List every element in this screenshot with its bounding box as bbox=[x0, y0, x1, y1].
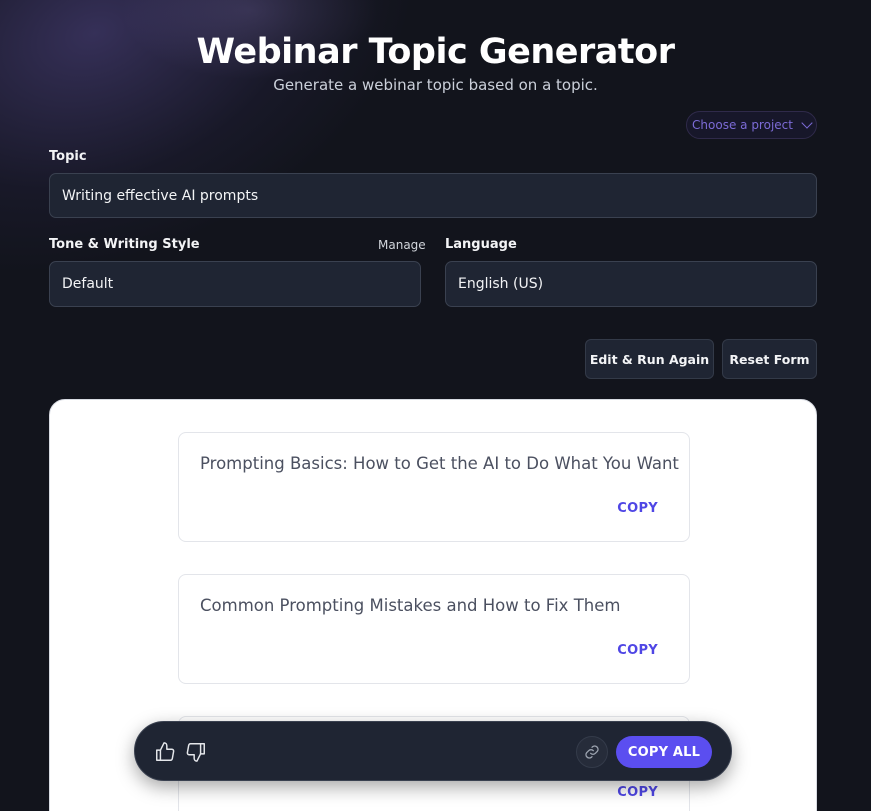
share-link-button[interactable] bbox=[576, 736, 608, 768]
copy-button[interactable]: COPY bbox=[617, 785, 658, 800]
result-text: Prompting Basics: How to Get the AI to D… bbox=[200, 454, 679, 473]
project-select-label: Choose a project bbox=[692, 118, 793, 132]
topic-input-value: Writing effective AI prompts bbox=[62, 187, 259, 204]
page-title: Webinar Topic Generator bbox=[196, 32, 675, 72]
edit-run-again-button[interactable]: Edit & Run Again bbox=[585, 339, 714, 379]
page-subtitle: Generate a webinar topic based on a topi… bbox=[273, 76, 598, 94]
manage-tones-link[interactable]: Manage bbox=[378, 238, 426, 252]
thumbs-up-icon[interactable] bbox=[154, 741, 176, 763]
tone-select[interactable]: Default bbox=[49, 261, 421, 307]
page-header: Webinar Topic Generator Generate a webin… bbox=[0, 32, 871, 94]
result-card: Prompting Basics: How to Get the AI to D… bbox=[178, 432, 690, 542]
tone-select-value: Default bbox=[62, 276, 114, 292]
thumbs-down-icon[interactable] bbox=[185, 741, 207, 763]
link-icon bbox=[585, 745, 599, 759]
topic-input[interactable]: Writing effective AI prompts bbox=[49, 173, 817, 218]
chevron-down-icon bbox=[801, 117, 813, 129]
bottom-toolbar: COPY ALL bbox=[134, 721, 732, 781]
topic-label: Topic bbox=[49, 149, 87, 164]
copy-button[interactable]: COPY bbox=[617, 501, 658, 516]
tone-label: Tone & Writing Style bbox=[49, 237, 200, 252]
language-select[interactable]: English (US) bbox=[445, 261, 817, 307]
language-select-value: English (US) bbox=[458, 276, 544, 292]
copy-button[interactable]: COPY bbox=[617, 643, 658, 658]
language-label: Language bbox=[445, 237, 517, 252]
copy-all-button[interactable]: COPY ALL bbox=[616, 736, 712, 768]
result-card: Common Prompting Mistakes and How to Fix… bbox=[178, 574, 690, 684]
reset-form-button[interactable]: Reset Form bbox=[722, 339, 817, 379]
project-select[interactable]: Choose a project bbox=[686, 111, 817, 139]
result-text: Common Prompting Mistakes and How to Fix… bbox=[200, 596, 621, 615]
